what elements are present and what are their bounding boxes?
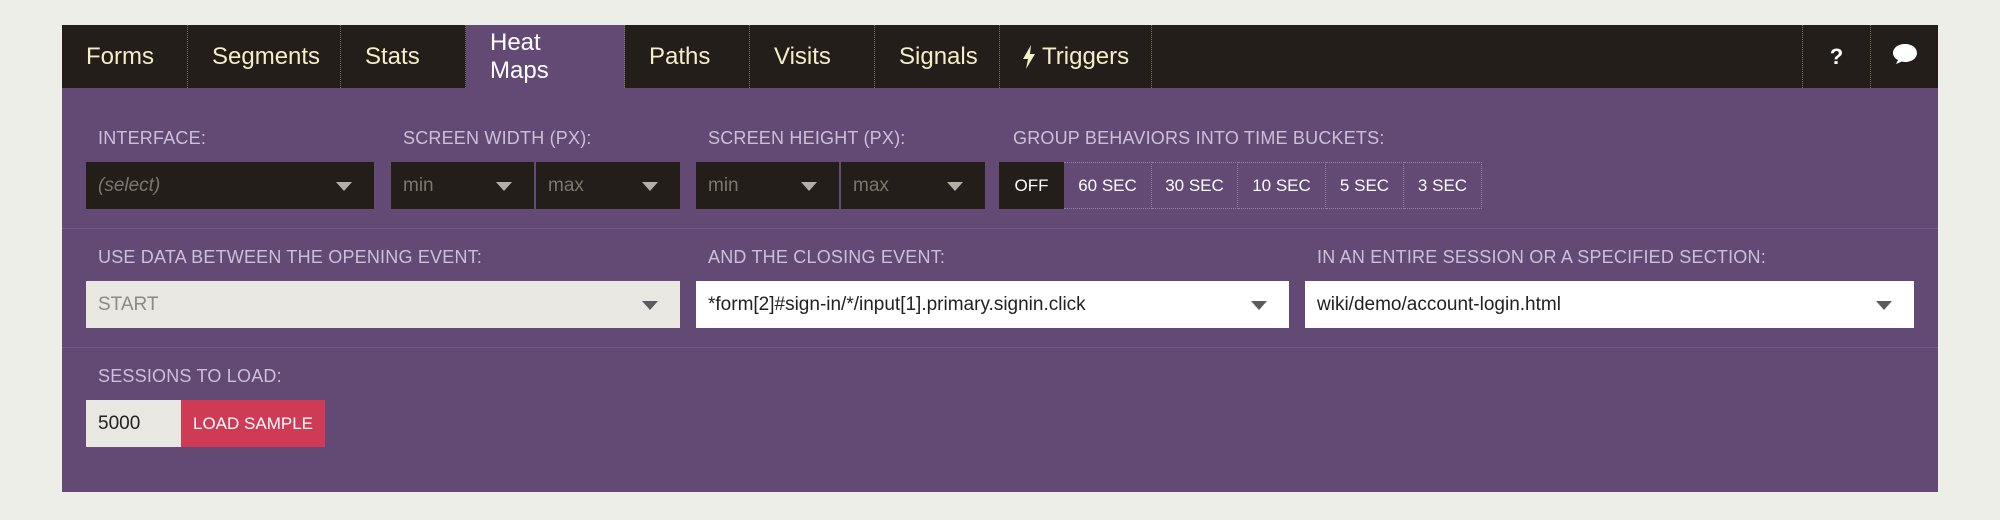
bucket-label: 60 SEC <box>1078 175 1137 195</box>
tab-label: Paths <box>649 42 711 70</box>
sessions-label: SESSIONS TO LOAD: <box>98 366 282 386</box>
tab-triggers[interactable]: Triggers <box>1000 25 1152 88</box>
bucket-10-sec-button[interactable]: 10 SEC <box>1238 162 1326 209</box>
time-buckets-label: GROUP BEHAVIORS INTO TIME BUCKETS: <box>1013 128 1385 148</box>
chevron-down-icon <box>642 300 658 310</box>
chat-bubble-icon <box>1892 43 1918 71</box>
bucket-5-sec-button[interactable]: 5 SEC <box>1326 162 1404 209</box>
screen-width-label: SCREEN WIDTH (PX): <box>403 128 592 148</box>
nav-utilities: ? <box>1802 25 1938 88</box>
closing-event-value: *form[2]#sign-in/*/input[1].primary.sign… <box>708 293 1086 315</box>
bucket-60-sec-button[interactable]: 60 SEC <box>1064 162 1152 209</box>
chevron-down-icon <box>947 181 963 191</box>
bucket-label: OFF <box>1014 175 1049 195</box>
top-nav: Forms Segments Stats Heat Maps Paths Vis… <box>62 25 1938 88</box>
time-bucket-group: OFF 60 SEC 30 SEC 10 SEC 5 SEC 3 SEC <box>999 162 1482 209</box>
bucket-3-sec-button[interactable]: 3 SEC <box>1404 162 1482 209</box>
tab-label: Signals <box>899 42 978 70</box>
tab-visits[interactable]: Visits <box>750 25 875 88</box>
tab-forms[interactable]: Forms <box>62 25 188 88</box>
tab-label: Stats <box>365 42 420 70</box>
bolt-icon <box>1022 44 1036 69</box>
bucket-off-button[interactable]: OFF <box>999 162 1064 209</box>
interface-value: (select) <box>98 174 161 196</box>
interface-select[interactable]: (select) <box>86 162 374 209</box>
closing-event-select[interactable]: *form[2]#sign-in/*/input[1].primary.sign… <box>696 281 1289 328</box>
tab-signals[interactable]: Signals <box>875 25 1000 88</box>
screen-height-max-select[interactable]: max <box>841 162 985 209</box>
screen-height-max-value: max <box>853 174 889 196</box>
tab-label: Visits <box>774 42 831 70</box>
bucket-label: 5 SEC <box>1339 175 1390 195</box>
chevron-down-icon <box>1251 300 1267 310</box>
chat-button[interactable] <box>1870 25 1938 88</box>
chevron-down-icon <box>801 181 817 191</box>
tab-segments[interactable]: Segments <box>188 25 341 88</box>
tab-label: Segments <box>212 42 321 70</box>
screen-height-min-value: min <box>708 174 739 196</box>
tab-stats[interactable]: Stats <box>341 25 466 88</box>
screen-height-min-select[interactable]: min <box>696 162 839 209</box>
sessions-input[interactable] <box>86 400 181 447</box>
help-icon: ? <box>1829 43 1844 69</box>
bucket-label: 10 SEC <box>1252 175 1311 195</box>
opening-event-select[interactable]: START <box>86 281 680 328</box>
tab-label: Forms <box>86 42 154 70</box>
screen-width-max-value: max <box>548 174 584 196</box>
screen-width-min-value: min <box>403 174 434 196</box>
tab-paths[interactable]: Paths <box>625 25 750 88</box>
chevron-down-icon <box>336 181 352 191</box>
tab-label: Triggers <box>1042 42 1130 70</box>
screen-width-max-select[interactable]: max <box>536 162 680 209</box>
chevron-down-icon <box>1876 300 1892 310</box>
bucket-label: 30 SEC <box>1165 175 1224 195</box>
help-button[interactable]: ? <box>1802 25 1870 88</box>
section-select[interactable]: wiki/demo/account-login.html <box>1305 281 1914 328</box>
screen-height-label: SCREEN HEIGHT (PX): <box>708 128 906 148</box>
closing-event-label: AND THE CLOSING EVENT: <box>708 247 946 267</box>
bucket-label: 3 SEC <box>1417 175 1468 195</box>
section-label: IN AN ENTIRE SESSION OR A SPECIFIED SECT… <box>1317 247 1766 267</box>
opening-event-value: START <box>98 293 159 315</box>
chevron-down-icon <box>642 181 658 191</box>
tab-label: Heat Maps <box>490 28 549 84</box>
tab-heat-maps[interactable]: Heat Maps <box>466 25 625 88</box>
bucket-30-sec-button[interactable]: 30 SEC <box>1152 162 1238 209</box>
chevron-down-icon <box>496 181 512 191</box>
screen-width-min-select[interactable]: min <box>391 162 534 209</box>
filter-row-sessions <box>62 348 1938 492</box>
interface-label: INTERFACE: <box>98 128 207 148</box>
load-sample-button[interactable]: LOAD SAMPLE <box>181 400 325 447</box>
opening-event-label: USE DATA BETWEEN THE OPENING EVENT: <box>98 247 483 267</box>
section-value: wiki/demo/account-login.html <box>1317 293 1561 315</box>
